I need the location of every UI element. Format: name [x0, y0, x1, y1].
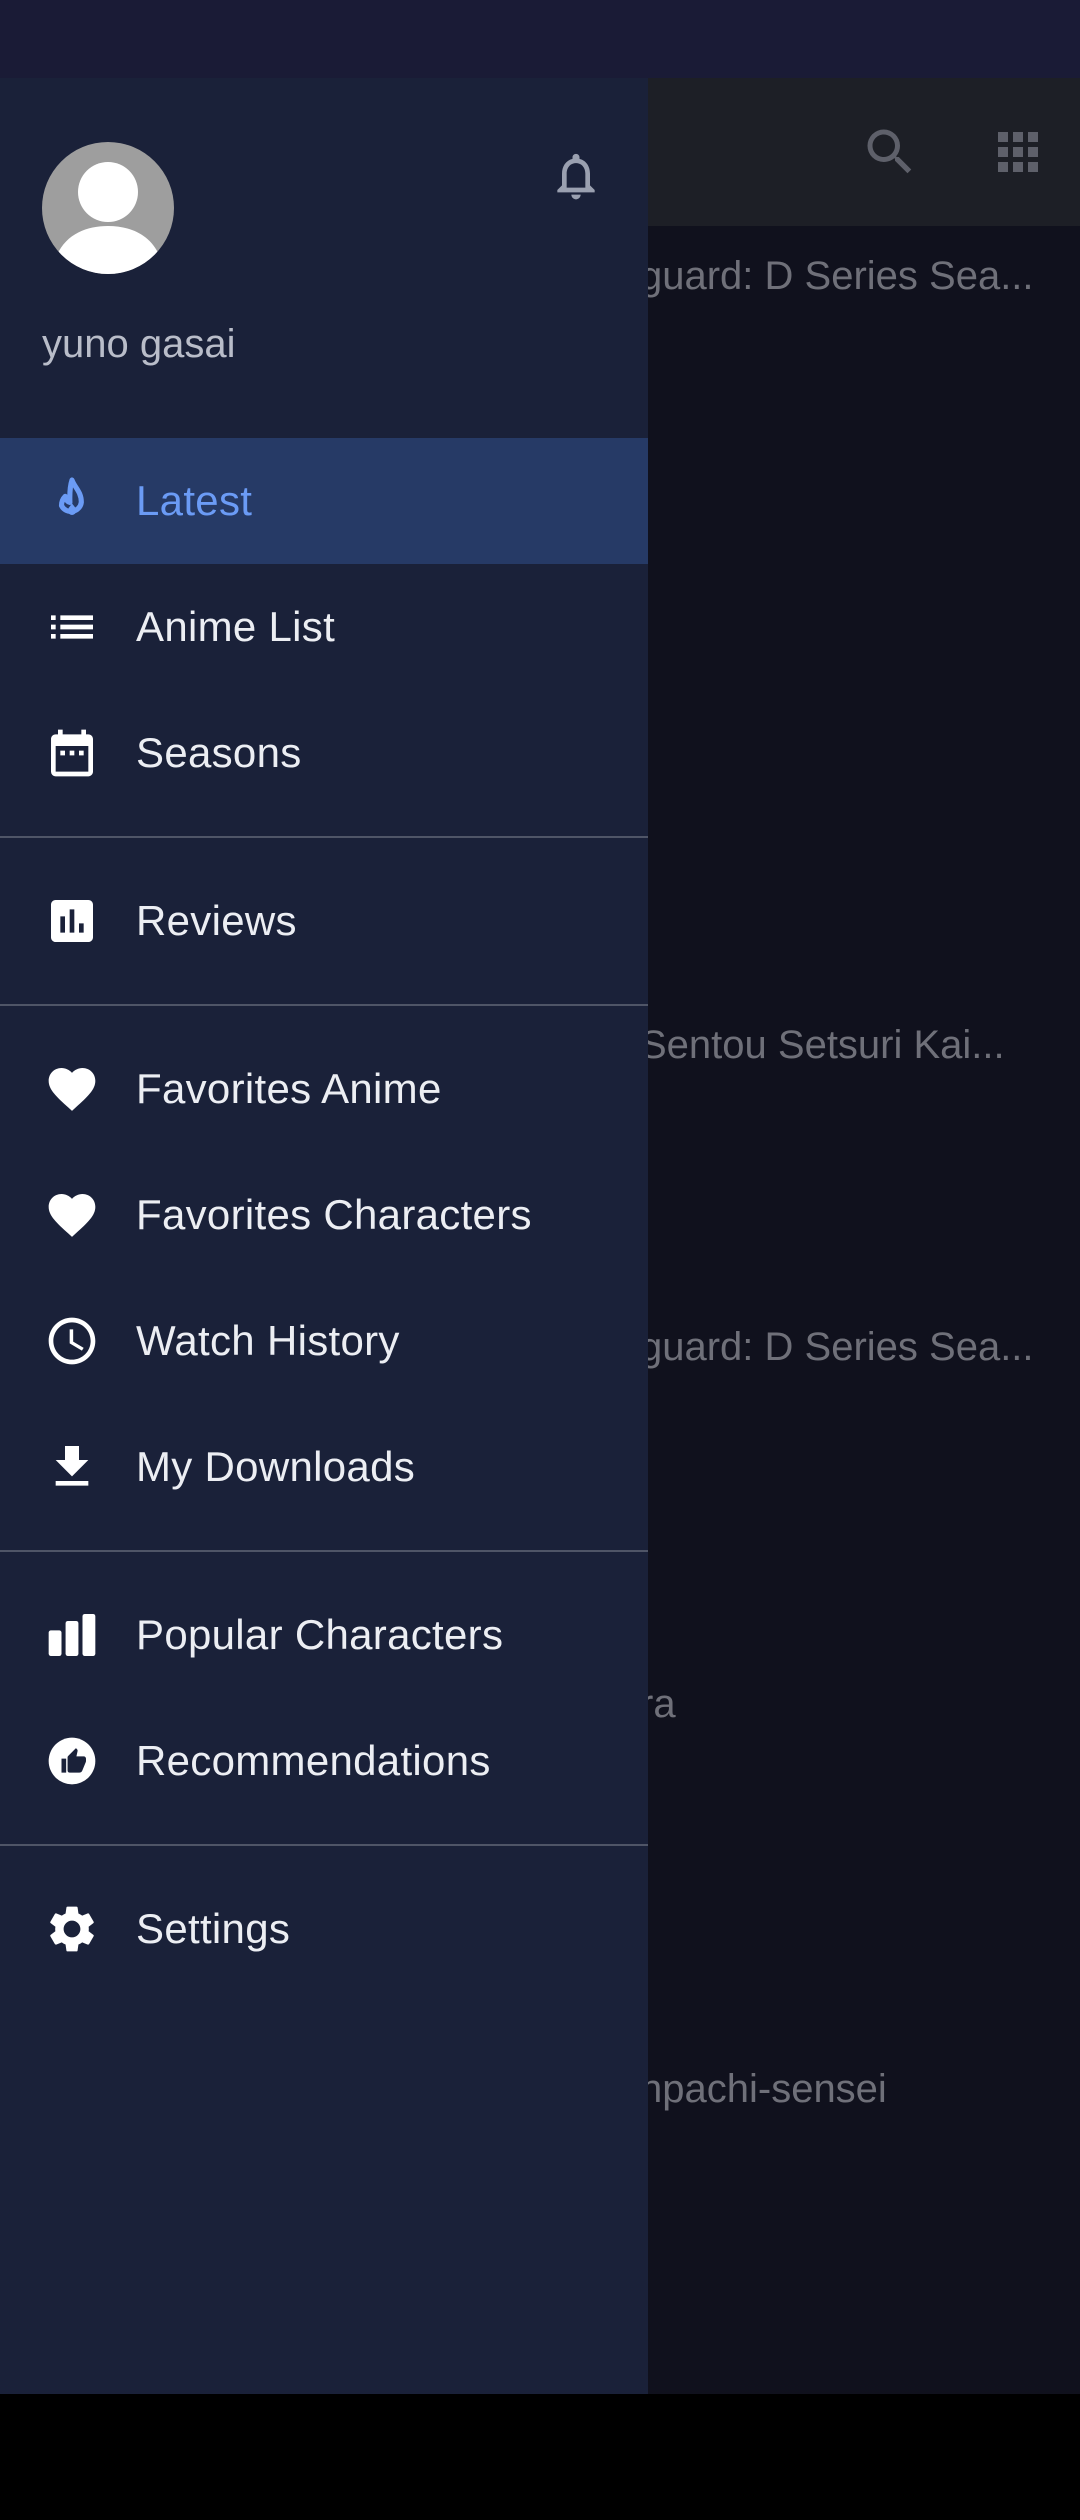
menu-item-seasons[interactable]: Seasons — [0, 690, 648, 816]
menu-item-anime-list[interactable]: Anime List — [0, 564, 648, 690]
list-icon — [44, 599, 100, 655]
menu-item-label: Seasons — [136, 729, 302, 776]
heart-icon — [44, 1187, 100, 1243]
menu-item-watch-history[interactable]: Watch History — [0, 1278, 648, 1404]
menu-item-favorites-anime[interactable]: Favorites Anime — [0, 1026, 648, 1152]
divider — [0, 1844, 648, 1846]
menu-item-label: Favorites Anime — [136, 1065, 442, 1112]
calendar-icon — [44, 725, 100, 781]
flame-icon — [44, 473, 100, 529]
menu-item-settings[interactable]: Settings — [0, 1866, 648, 1992]
user-avatar-icon — [52, 162, 164, 274]
apps-grid-icon[interactable] — [988, 122, 1048, 182]
menu-item-favorites-characters[interactable]: Favorites Characters — [0, 1152, 648, 1278]
podium-icon — [44, 1607, 100, 1663]
list-item-title[interactable]: Sentou Setsuri Kai... — [640, 1023, 1070, 1068]
list-item-title[interactable]: guard: D Series Sea... — [640, 1325, 1070, 1370]
gear-icon — [44, 1901, 100, 1957]
menu-item-label: Favorites Characters — [136, 1191, 532, 1238]
system-navigation-bar — [0, 2394, 1080, 2520]
divider — [0, 1004, 648, 1006]
menu-item-label: Watch History — [136, 1317, 400, 1364]
menu-item-label: Reviews — [136, 897, 297, 944]
divider — [0, 1550, 648, 1552]
clock-icon — [44, 1313, 100, 1369]
menu-item-label: Settings — [136, 1905, 291, 1952]
search-icon[interactable] — [860, 122, 920, 182]
menu-item-latest[interactable]: Latest — [0, 438, 648, 564]
menu-item-label: Recommendations — [136, 1737, 491, 1784]
bar-chart-icon — [44, 893, 100, 949]
list-item-title[interactable]: guard: D Series Sea... — [640, 254, 1070, 299]
status-bar — [0, 0, 1080, 78]
divider — [0, 836, 648, 838]
menu-item-my-downloads[interactable]: My Downloads — [0, 1404, 648, 1530]
heart-icon — [44, 1061, 100, 1117]
menu-item-label: Anime List — [136, 603, 336, 650]
navigation-drawer: yuno gasai Latest Anime List Seasons Rev… — [0, 78, 648, 2394]
notification-bell-icon[interactable] — [548, 144, 604, 208]
menu-item-reviews[interactable]: Reviews — [0, 858, 648, 984]
menu-item-recommendations[interactable]: Recommendations — [0, 1698, 648, 1824]
list-item-title[interactable]: ra — [640, 1682, 1070, 1727]
download-icon — [44, 1439, 100, 1495]
menu-item-label: Popular Characters — [136, 1611, 504, 1658]
list-item-title[interactable]: npachi-sensei — [640, 2067, 1070, 2112]
menu-item-label: Latest — [136, 477, 253, 524]
username: yuno gasai — [42, 322, 236, 366]
menu-item-label: My Downloads — [136, 1443, 416, 1490]
avatar[interactable] — [42, 142, 174, 274]
menu-item-popular-characters[interactable]: Popular Characters — [0, 1572, 648, 1698]
thumb-up-icon — [44, 1733, 100, 1789]
